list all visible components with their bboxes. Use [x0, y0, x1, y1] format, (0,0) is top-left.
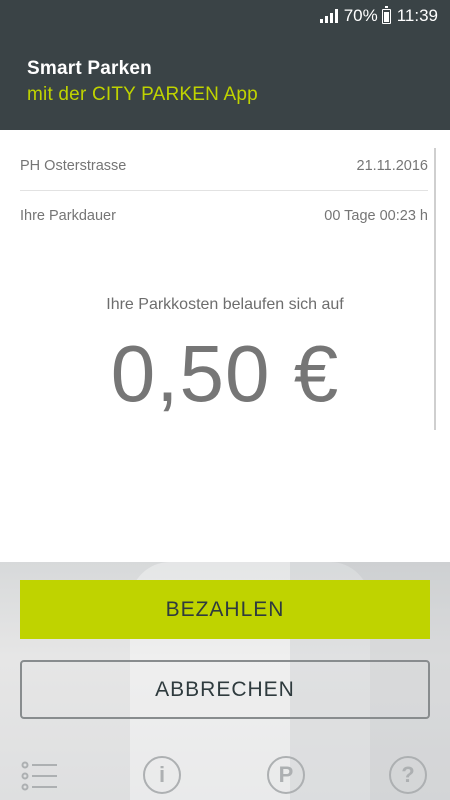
location-row: PH Osterstrasse 21.11.2016 [20, 158, 428, 174]
parking-glyph: P [267, 756, 305, 794]
battery-percent: 70% [343, 6, 378, 25]
battery-icon [381, 5, 391, 24]
duration-row: Ihre Parkdauer 00 Tage 00:23 h [20, 208, 428, 224]
location-name: PH Osterstrasse [20, 158, 127, 174]
duration-label: Ihre Parkdauer [20, 208, 116, 224]
cost-label: Ihre Parkkosten belaufen sich auf [106, 296, 344, 313]
parking-summary: PH Osterstrasse 21.11.2016 Ihre Parkdaue… [0, 130, 450, 562]
cancel-button[interactable]: ABBRECHEN [20, 660, 430, 719]
info-glyph: i [143, 756, 181, 794]
bottom-nav: i P ? [0, 750, 450, 800]
action-area: BEZAHLEN ABBRECHEN i P ? [0, 562, 450, 800]
duration-value: 00 Tage 00:23 h [324, 208, 428, 224]
parking-date: 21.11.2016 [356, 158, 429, 174]
cost-value: 0,50 € [110, 329, 340, 418]
app-header: Smart Parken mit der CITY PARKEN App [0, 32, 450, 130]
list-icon[interactable] [20, 756, 60, 796]
signal-icon [319, 9, 338, 23]
clock: 11:39 [396, 6, 438, 25]
app-subtitle: mit der CITY PARKEN App [27, 84, 258, 105]
info-icon[interactable]: i [143, 756, 183, 796]
parking-icon[interactable]: P [267, 756, 307, 796]
status-bar: 70% 11:39 [0, 0, 450, 32]
app-title: Smart Parken [27, 58, 152, 79]
pay-button[interactable]: BEZAHLEN [20, 580, 430, 639]
divider [20, 190, 428, 191]
help-icon[interactable]: ? [389, 756, 429, 796]
help-glyph: ? [389, 756, 427, 794]
